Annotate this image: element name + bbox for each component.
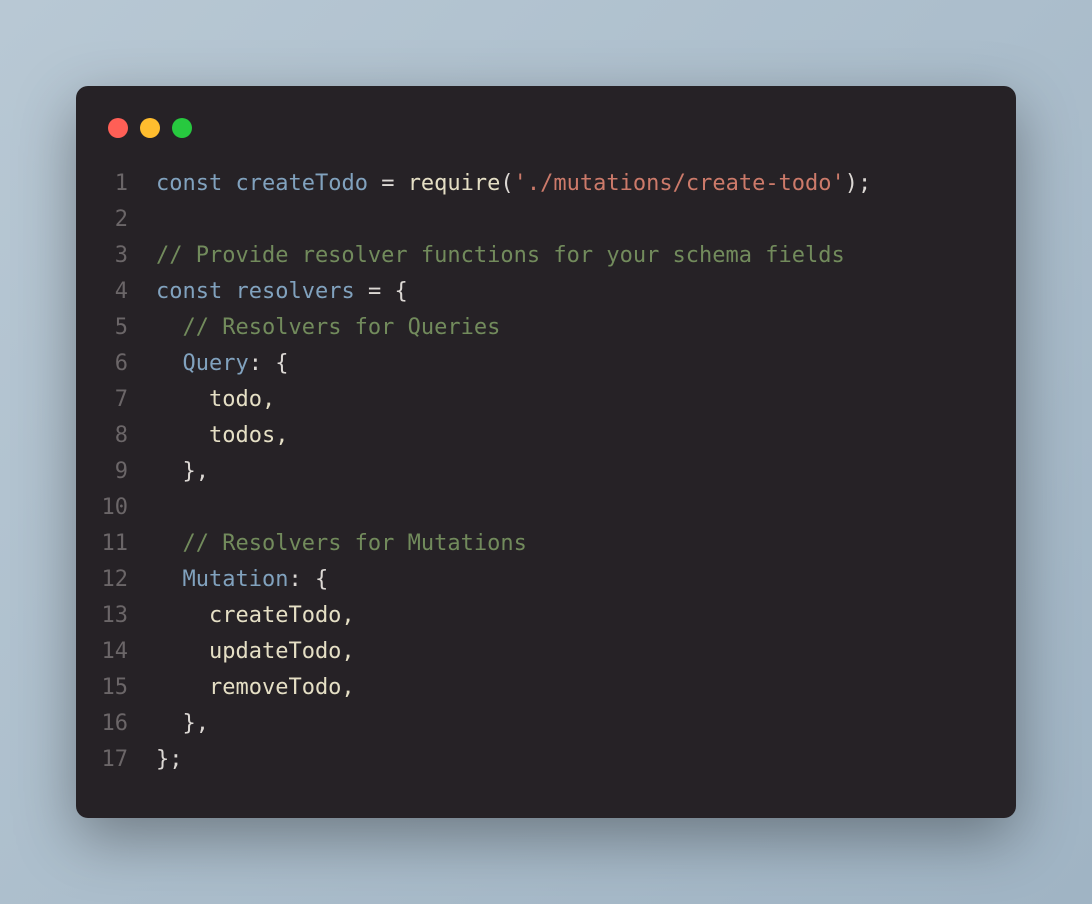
token-keyword: const [156,171,235,196]
code-content[interactable]: Mutation: { [156,562,992,598]
code-content[interactable]: Query: { [156,346,992,382]
token-punct [156,351,183,376]
code-content[interactable]: }; [156,742,992,778]
token-prop: Mutation [183,567,289,592]
token-punct: }, [156,711,209,736]
line-number: 13 [100,598,156,634]
line-number: 1 [100,166,156,202]
code-line[interactable]: 13 createTodo, [100,598,992,634]
code-line[interactable]: 1const createTodo = require('./mutations… [100,166,992,202]
code-line[interactable]: 8 todos, [100,418,992,454]
token-op: = [381,171,394,196]
window-titlebar [100,114,992,166]
token-ident: removeTodo, [156,675,355,700]
line-number: 5 [100,310,156,346]
token-punct [394,171,407,196]
code-line[interactable]: 15 removeTodo, [100,670,992,706]
code-content[interactable] [156,490,992,526]
line-number: 15 [100,670,156,706]
token-func: require [408,171,501,196]
code-line[interactable]: 9 }, [100,454,992,490]
code-content[interactable]: const resolvers = { [156,274,992,310]
token-punct [156,315,183,340]
line-number: 6 [100,346,156,382]
token-punct: ( [500,171,513,196]
token-punct: : { [249,351,289,376]
code-content[interactable]: const createTodo = require('./mutations/… [156,166,992,202]
token-ident: todo, [156,387,275,412]
code-line[interactable]: 11 // Resolvers for Mutations [100,526,992,562]
token-keyword: const [156,279,235,304]
code-line[interactable]: 2 [100,202,992,238]
token-comment: // Resolvers for Queries [183,315,501,340]
code-content[interactable]: // Provide resolver functions for your s… [156,238,992,274]
line-number: 10 [100,490,156,526]
code-line[interactable]: 5 // Resolvers for Queries [100,310,992,346]
line-number: 16 [100,706,156,742]
line-number: 9 [100,454,156,490]
token-def: resolvers [235,279,354,304]
line-number: 14 [100,634,156,670]
zoom-icon[interactable] [172,118,192,138]
code-content[interactable]: }, [156,454,992,490]
code-line[interactable]: 6 Query: { [100,346,992,382]
token-punct: }, [156,459,209,484]
code-line[interactable]: 4const resolvers = { [100,274,992,310]
line-number: 3 [100,238,156,274]
code-content[interactable]: updateTodo, [156,634,992,670]
token-prop: Query [183,351,249,376]
code-line[interactable]: 7 todo, [100,382,992,418]
token-ident: todos, [156,423,288,448]
token-op: = [368,279,381,304]
code-content[interactable]: // Resolvers for Queries [156,310,992,346]
code-line[interactable]: 3// Provide resolver functions for your … [100,238,992,274]
line-number: 4 [100,274,156,310]
code-line[interactable]: 16 }, [100,706,992,742]
token-ident: createTodo, [156,603,355,628]
line-number: 11 [100,526,156,562]
token-punct: ); [845,171,872,196]
code-content[interactable]: }, [156,706,992,742]
code-content[interactable]: todo, [156,382,992,418]
code-content[interactable]: // Resolvers for Mutations [156,526,992,562]
token-punct [156,567,183,592]
close-icon[interactable] [108,118,128,138]
code-line[interactable]: 12 Mutation: { [100,562,992,598]
line-number: 8 [100,418,156,454]
code-content[interactable] [156,202,992,238]
code-content[interactable]: todos, [156,418,992,454]
code-content[interactable]: createTodo, [156,598,992,634]
token-def: createTodo [235,171,367,196]
token-comment: // Resolvers for Mutations [183,531,527,556]
token-punct: }; [156,747,183,772]
code-editor[interactable]: 1const createTodo = require('./mutations… [100,166,992,778]
code-window: 1const createTodo = require('./mutations… [76,86,1016,818]
token-punct [368,171,381,196]
token-punct: { [381,279,408,304]
token-comment: // Provide resolver functions for your s… [156,243,845,268]
line-number: 7 [100,382,156,418]
line-number: 2 [100,202,156,238]
line-number: 12 [100,562,156,598]
token-punct [156,531,183,556]
code-content[interactable]: removeTodo, [156,670,992,706]
token-punct: : { [288,567,328,592]
token-ident: updateTodo, [156,639,355,664]
code-line[interactable]: 10 [100,490,992,526]
token-string: './mutations/create-todo' [514,171,845,196]
minimize-icon[interactable] [140,118,160,138]
line-number: 17 [100,742,156,778]
token-punct [355,279,368,304]
code-line[interactable]: 17}; [100,742,992,778]
code-line[interactable]: 14 updateTodo, [100,634,992,670]
